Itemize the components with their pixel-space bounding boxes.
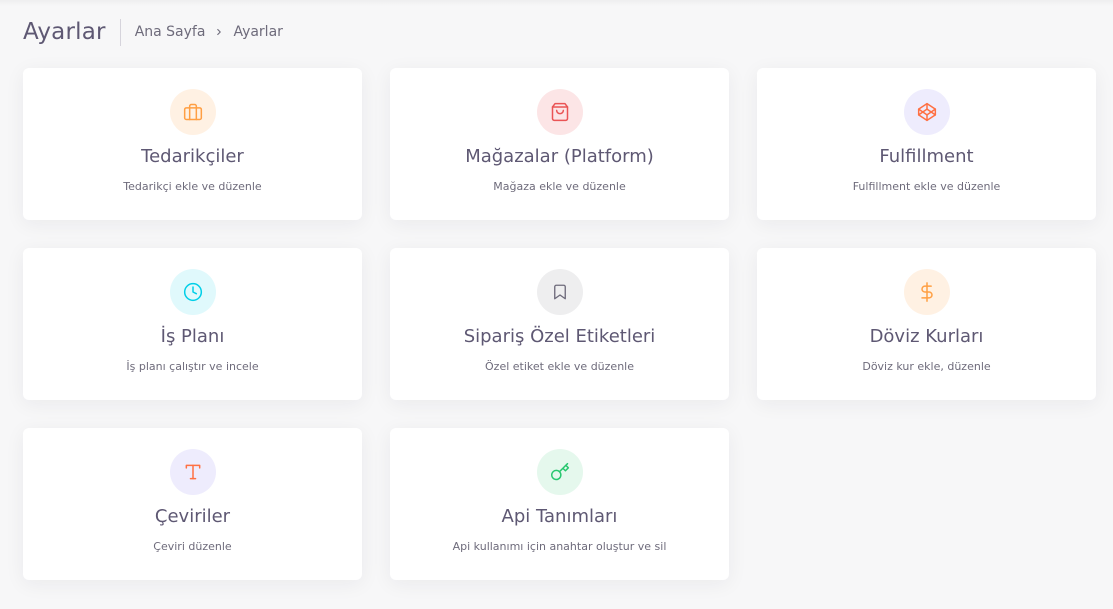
card-description: İş planı çalıştır ve incele [126,360,259,373]
settings-card-stores[interactable]: Mağazalar (Platform) Mağaza ekle ve düze… [390,68,729,220]
settings-grid: Tedarikçiler Tedarikçi ekle ve düzenle M… [23,68,1096,580]
settings-card-order-labels[interactable]: Sipariş Özel Etiketleri Özel etiket ekle… [390,248,729,400]
card-title: Tedarikçiler [141,146,244,167]
briefcase-icon [169,89,216,135]
chevron-right-icon [214,27,224,37]
bookmark-icon [536,269,583,315]
settings-card-suppliers[interactable]: Tedarikçiler Tedarikçi ekle ve düzenle [23,68,362,220]
settings-card-translations[interactable]: Çeviriler Çeviri düzenle [23,428,362,580]
card-title: Döviz Kurları [869,326,984,347]
card-description: Döviz kur ekle, düzenle [862,360,991,373]
type-icon [169,449,216,495]
card-title: İş Planı [160,326,225,347]
codepen-icon [903,89,950,135]
settings-card-job-plan[interactable]: İş Planı İş planı çalıştır ve incele [23,248,362,400]
card-title: Fulfillment [879,146,974,167]
card-description: Özel etiket ekle ve düzenle [485,360,634,373]
settings-card-exchange-rates[interactable]: Döviz Kurları Döviz kur ekle, düzenle [757,248,1096,400]
page-header: Ayarlar Ana Sayfa Ayarlar [23,16,283,48]
card-description: Fulfillment ekle ve düzenle [852,180,1001,193]
card-description: Mağaza ekle ve düzenle [493,180,626,193]
settings-card-api-keys[interactable]: Api Tanımları Api kullanımı için anahtar… [390,428,729,580]
settings-card-fulfillment[interactable]: Fulfillment Fulfillment ekle ve düzenle [757,68,1096,220]
page-title: Ayarlar [23,19,106,45]
card-description: Tedarikçi ekle ve düzenle [123,180,262,193]
header-divider [119,18,121,46]
card-description: Api kullanımı için anahtar oluştur ve si… [452,540,667,553]
card-title: Api Tanımları [501,506,618,527]
breadcrumb-home-link[interactable]: Ana Sayfa [135,24,206,40]
card-description: Çeviri düzenle [153,540,232,553]
breadcrumb-current: Ayarlar [233,24,283,40]
card-title: Sipariş Özel Etiketleri [463,326,656,347]
clock-icon [169,269,216,315]
top-shadow [0,0,1113,6]
breadcrumb: Ana Sayfa Ayarlar [135,24,283,40]
shopping-bag-icon [536,89,583,135]
key-icon [536,449,583,495]
card-title: Çeviriler [154,506,231,527]
card-title: Mağazalar (Platform) [465,146,654,167]
dollar-sign-icon [903,269,950,315]
